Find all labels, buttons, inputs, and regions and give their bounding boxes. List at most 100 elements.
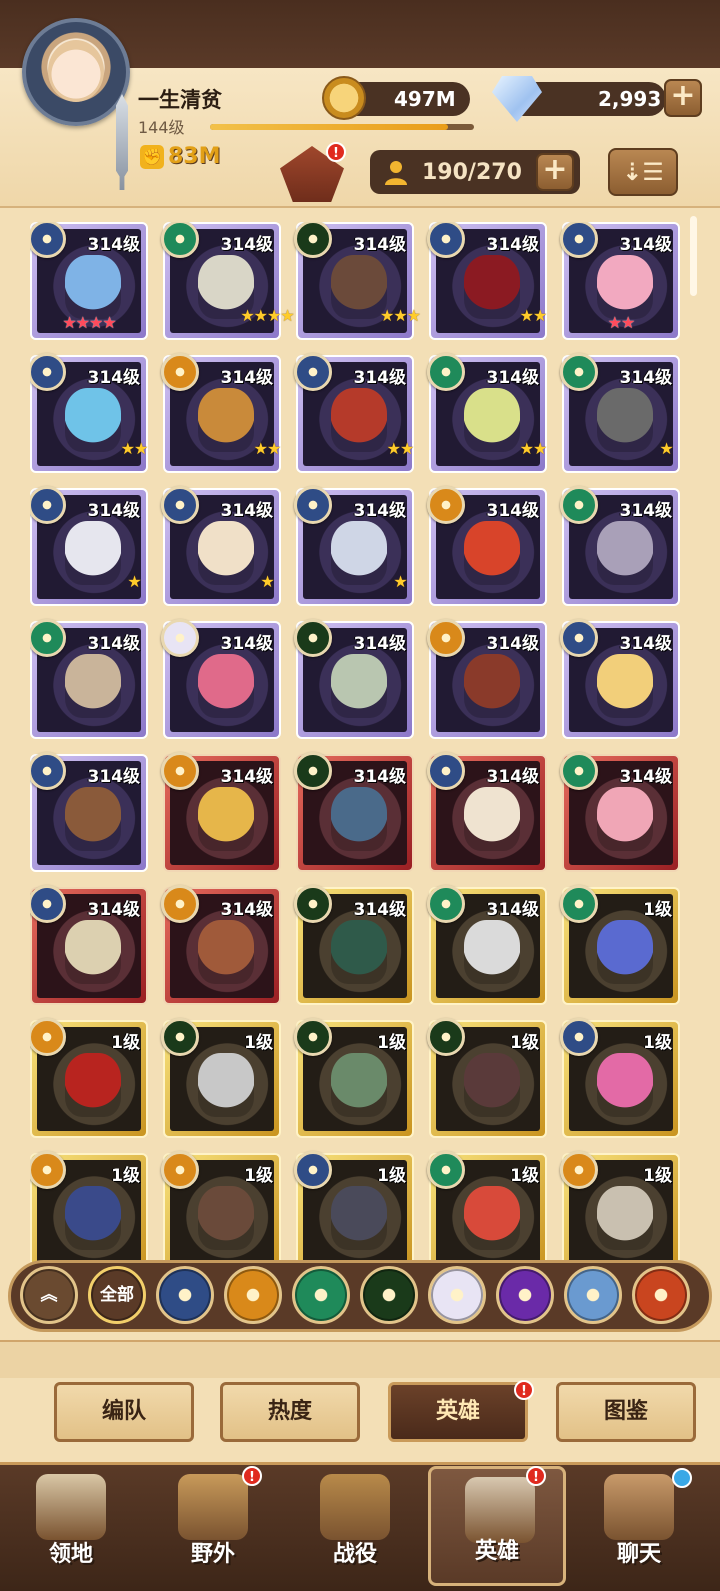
hero-portrait [65, 920, 121, 984]
add-gems-button[interactable]: + [664, 79, 702, 117]
hero-level: 314级 [87, 235, 141, 255]
hero-level: 1级 [510, 1166, 539, 1186]
hero-card[interactable]: 314级 [560, 752, 680, 872]
hero-level: 314级 [87, 501, 141, 521]
hero-card[interactable]: 1级 [30, 1151, 148, 1262]
hero-card[interactable]: 314级 ★ [560, 353, 680, 473]
hero-portrait [597, 654, 653, 718]
hero-portrait [65, 787, 121, 851]
hero-level: 314级 [220, 368, 274, 388]
hero-card[interactable]: 314级 ★ [30, 486, 148, 606]
hero-card[interactable]: 314级 [161, 619, 281, 739]
hero-stars: ★★ [120, 439, 149, 458]
subtab-0[interactable]: 编队 [54, 1382, 194, 1442]
hero-card[interactable]: 1级 [560, 885, 680, 1005]
hero-card[interactable]: 1级 [427, 1018, 547, 1138]
hero-portrait [198, 920, 254, 984]
nav-item-0[interactable]: 领地 [2, 1466, 140, 1586]
player-avatar[interactable] [22, 18, 130, 126]
hero-card[interactable]: 314级 ★★★★ [30, 222, 148, 340]
hero-card[interactable]: 314级 [294, 752, 414, 872]
hero-level: 1级 [244, 1033, 273, 1053]
lightbearer-faction-icon [427, 752, 465, 790]
hero-card[interactable]: 314级 [294, 619, 414, 739]
filter-hypogean-icon[interactable] [496, 1266, 554, 1324]
graveborn-faction-icon [294, 619, 332, 657]
hero-portrait [331, 1053, 387, 1117]
hero-card[interactable]: 1级 [161, 1018, 281, 1138]
expand-roster-button[interactable]: + [536, 153, 574, 191]
hero-card[interactable]: 314级 [30, 752, 148, 872]
hero-portrait [65, 255, 121, 319]
filter-all[interactable]: 全部 [88, 1266, 146, 1324]
hero-card[interactable]: 1级 [294, 1018, 414, 1138]
hero-card[interactable]: 314级 [427, 486, 547, 606]
nav-item-2[interactable]: 战役 [286, 1466, 424, 1586]
hero-card[interactable]: 314级 ★★ [427, 353, 547, 473]
filter-mauler-icon[interactable] [224, 1266, 282, 1324]
hero-card[interactable]: 314级 ★★★ [294, 222, 421, 340]
filter-wilder-icon[interactable] [292, 1266, 350, 1324]
collapse-filter-button[interactable]: ︽ [20, 1266, 78, 1324]
hero-card[interactable]: 314级 [427, 619, 547, 739]
hero-level: 314级 [220, 235, 274, 255]
filter-all-label: 全部 [100, 1285, 134, 1305]
hero-level: 1级 [111, 1033, 140, 1053]
xp-bar [210, 124, 474, 130]
hero-card[interactable]: 314级 ★★★★ [161, 222, 295, 340]
filter-dimensional-icon[interactable] [564, 1266, 622, 1324]
hero-card[interactable]: 314级 [161, 885, 281, 1005]
hero-stars: ★ [393, 572, 407, 591]
hero-card[interactable]: 314级 [427, 752, 547, 872]
hero-card[interactable]: 314级 [294, 885, 414, 1005]
player-name: 一生清贫 [138, 88, 222, 112]
hero-portrait [198, 1186, 254, 1250]
hero-card[interactable]: 1级 [560, 1018, 680, 1138]
subtab-1[interactable]: 热度 [220, 1382, 360, 1442]
filter-draconis-icon[interactable] [632, 1266, 690, 1324]
nav-item-3[interactable]: 英雄 [428, 1466, 566, 1586]
lightbearer-faction-icon [560, 1018, 598, 1056]
grid-scrollbar[interactable] [690, 216, 697, 296]
hero-card[interactable]: 314级 [560, 486, 680, 606]
hero-card[interactable]: 314级 [427, 885, 547, 1005]
hero-level: 1级 [510, 1033, 539, 1053]
hero-card[interactable]: 1级 [30, 1018, 148, 1138]
sword-icon [320, 1474, 390, 1540]
subtab-2[interactable]: 英雄 [388, 1382, 528, 1442]
mauler-faction-icon [427, 619, 465, 657]
filter-celestial-icon[interactable] [428, 1266, 486, 1324]
graveborn-faction-icon [161, 1018, 199, 1056]
mauler-faction-icon [560, 1151, 598, 1189]
filter-lightbearer-icon[interactable] [156, 1266, 214, 1324]
hero-card[interactable]: 1级 [161, 1151, 281, 1262]
hero-portrait [597, 787, 653, 851]
player-level: 144级 [138, 118, 185, 137]
nav-item-1[interactable]: 野外 [144, 1466, 282, 1586]
hero-card[interactable]: 314级 [161, 752, 281, 872]
hero-card[interactable]: 314级 ★ [294, 486, 414, 606]
hero-card[interactable]: 314级 [30, 885, 148, 1005]
filter-graveborn-icon[interactable] [360, 1266, 418, 1324]
hero-card[interactable]: 314级 ★★ [560, 222, 680, 340]
hero-level: 314级 [353, 235, 407, 255]
hero-card[interactable]: 314级 [30, 619, 148, 739]
hero-card[interactable]: 314级 ★★ [427, 222, 547, 340]
hero-card[interactable]: 1级 [560, 1151, 680, 1262]
sort-button[interactable]: ⇣☰ [608, 148, 678, 196]
map-scroll-icon [178, 1474, 248, 1540]
hero-card[interactable]: 314级 ★★ [294, 353, 414, 473]
hero-card[interactable]: 314级 [560, 619, 680, 739]
hero-card[interactable]: 314级 ★★ [161, 353, 281, 473]
hero-level: 314级 [353, 634, 407, 654]
nav-label: 领地 [48, 1542, 93, 1567]
subtab-3[interactable]: 图鉴 [556, 1382, 696, 1442]
hero-level: 314级 [220, 900, 274, 920]
hero-level: 314级 [220, 634, 274, 654]
hero-card[interactable]: 314级 ★ [161, 486, 281, 606]
hero-card[interactable]: 1级 [294, 1151, 414, 1262]
hero-card[interactable]: 1级 [427, 1151, 547, 1262]
hero-portrait [65, 1186, 121, 1250]
hero-card[interactable]: 314级 ★★ [30, 353, 148, 473]
wilder-faction-icon [560, 486, 598, 524]
